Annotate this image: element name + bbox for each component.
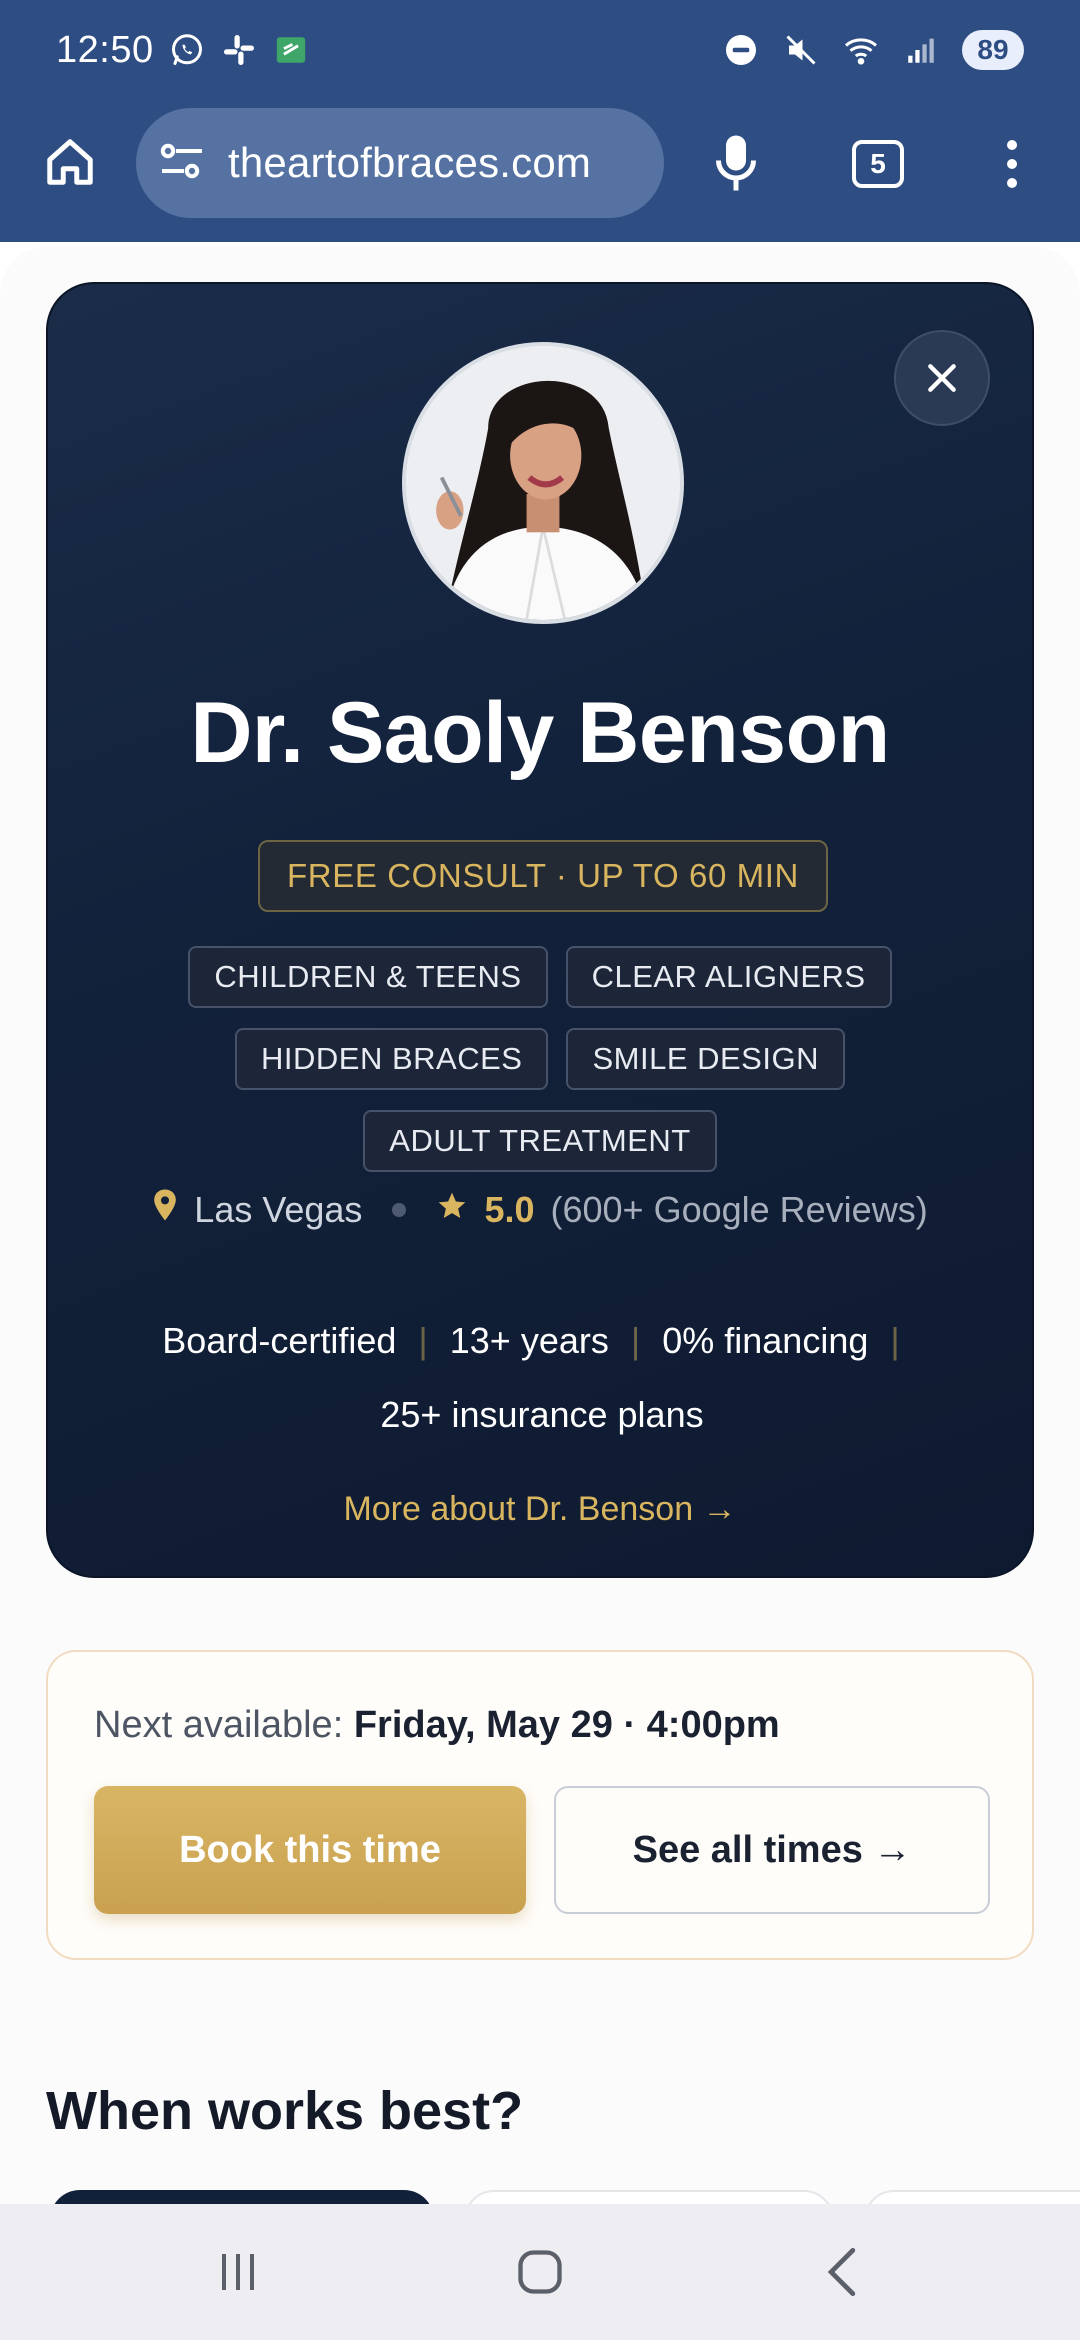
next-available-label: Next available: — [94, 1704, 344, 1746]
mic-icon[interactable] — [706, 130, 766, 196]
when-works-best-heading: When works best? — [46, 2081, 524, 2141]
tune-icon[interactable] — [158, 141, 206, 186]
more-about-link-text[interactable]: More about Dr. Benson → — [343, 1490, 736, 1528]
system-nav-bar — [0, 2204, 1080, 2340]
credential-item: Board-certified — [162, 1320, 397, 1361]
specialty-tag: CHILDREN & TEENS — [188, 946, 548, 1008]
page-sheet: Dr. Saoly Benson FREE CONSULT · UP TO 60… — [0, 246, 1080, 2204]
tag-row: HIDDEN BRACES SMILE DESIGN — [48, 1028, 1032, 1090]
recent-apps-icon[interactable] — [198, 2244, 278, 2300]
location-rating-line: Las Vegas 5.0 (600+ Google Reviews) — [48, 1188, 1032, 1231]
do-not-disturb-icon — [722, 31, 760, 69]
browser-chrome: 12:50 89 theartofbraces.com 5 — [0, 0, 1080, 242]
specialty-tag: SMILE DESIGN — [566, 1028, 845, 1090]
credential-item: 13+ years — [449, 1320, 609, 1361]
credentials: Board-certified | 13+ years | 0% financing | … — [162, 1320, 900, 1435]
whatsapp-icon — [168, 31, 206, 69]
credential-item: 0% financing — [662, 1320, 869, 1361]
see-all-times-button[interactable]: See all times → — [554, 1786, 990, 1914]
more-vert-icon[interactable] — [992, 134, 1032, 194]
browser-toolbar: theartofbraces.com 5 — [0, 100, 1080, 226]
location-pin-icon — [152, 1188, 178, 1231]
specialty-tag: CLEAR ALIGNERS — [565, 946, 892, 1008]
next-available-text: Next available: Friday, May 29 · 4:00pm — [94, 1704, 780, 1747]
credential-item: 25+ insurance plans — [380, 1394, 704, 1435]
sheets-app-icon — [272, 31, 310, 69]
mute-icon — [782, 31, 820, 69]
home-nav-icon[interactable] — [500, 2244, 580, 2300]
review-count: (600+ Google Reviews) — [550, 1188, 928, 1230]
specialty-tag: ADULT TREATMENT — [363, 1110, 717, 1172]
status-time: 12:50 — [56, 28, 154, 71]
home-icon[interactable] — [40, 132, 100, 192]
close-icon[interactable] — [894, 330, 990, 426]
doctor-profile-card: Dr. Saoly Benson FREE CONSULT · UP TO 60… — [46, 282, 1034, 1578]
tag-row: CHILDREN & TEENS CLEAR ALIGNERS — [48, 946, 1032, 1008]
separator-dot — [392, 1202, 407, 1217]
next-available-value: Friday, May 29 · 4:00pm — [353, 1704, 780, 1746]
back-icon[interactable] — [802, 2244, 882, 2300]
battery-indicator: 89 — [962, 30, 1024, 70]
next-available-panel: Next available: Friday, May 29 · 4:00pm … — [46, 1650, 1034, 1960]
status-bar: 12:50 89 — [0, 0, 1080, 100]
signal-icon — [902, 31, 940, 69]
star-icon — [436, 1189, 468, 1231]
rating-value: 5.0 — [484, 1188, 535, 1230]
more-about-link[interactable]: More about Dr. Benson → — [48, 1490, 1032, 1529]
doctor-name: Dr. Saoly Benson — [190, 685, 890, 781]
book-this-time-button[interactable]: Book this time — [94, 1786, 526, 1914]
time-option-chip[interactable] — [50, 2190, 434, 2204]
specialty-tag: HIDDEN BRACES — [235, 1028, 549, 1090]
time-option-chip[interactable] — [464, 2190, 834, 2204]
tab-switcher-button[interactable]: 5 — [852, 140, 904, 188]
free-consult-badge: FREE CONSULT · UP TO 60 MIN — [258, 840, 828, 912]
url-text[interactable]: theartofbraces.com — [228, 139, 591, 187]
specialty-tags: CHILDREN & TEENS CLEAR ALIGNERS HIDDEN BRA… — [48, 926, 1032, 1172]
wifi-icon — [842, 31, 880, 69]
time-option-chip[interactable] — [864, 2190, 1080, 2204]
address-bar[interactable]: theartofbraces.com — [136, 108, 664, 218]
city-label: Las Vegas — [194, 1188, 363, 1230]
doctor-avatar — [402, 342, 684, 624]
tag-row: ADULT TREATMENT — [48, 1110, 1032, 1172]
slack-icon — [220, 31, 258, 69]
